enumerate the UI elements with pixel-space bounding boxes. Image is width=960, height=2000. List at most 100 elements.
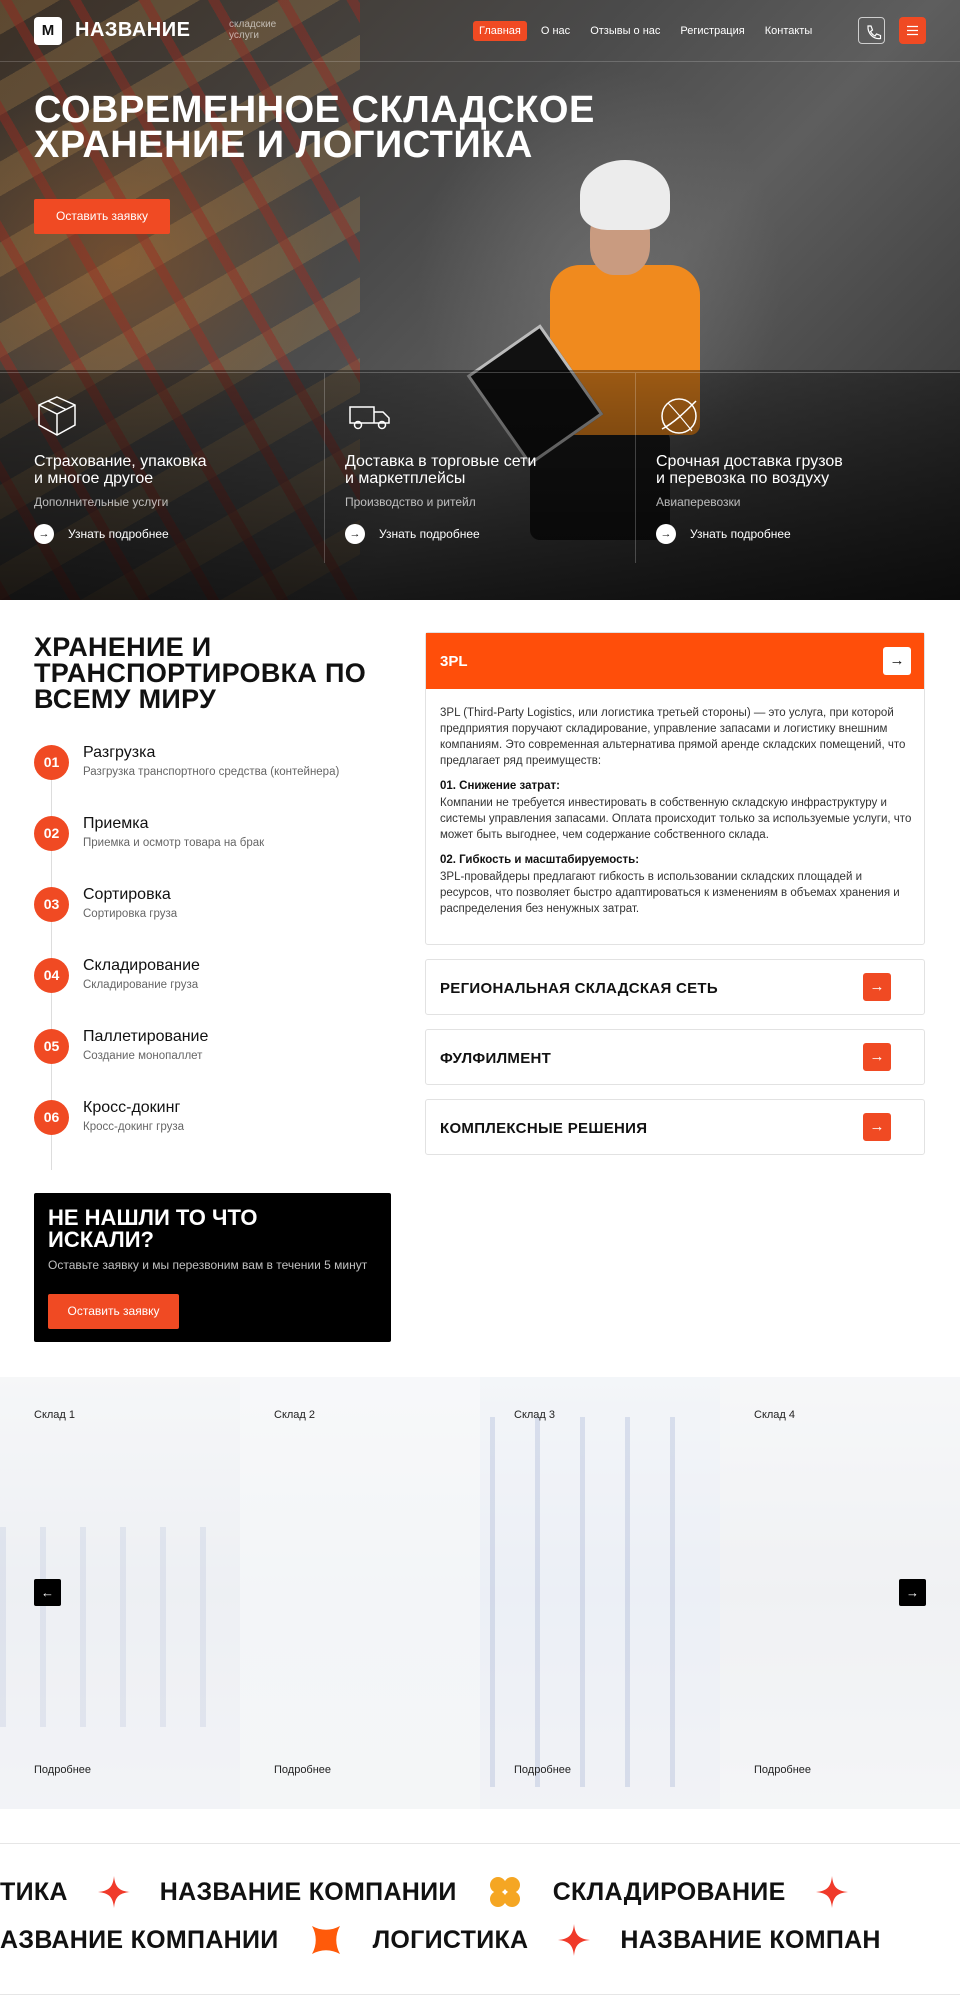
step-desc: Разгрузка транспортного средства (контей…: [83, 766, 340, 778]
nav-item-about[interactable]: О нас: [535, 21, 576, 41]
step-title: Разгрузка: [83, 744, 156, 761]
accordion-title: 3PL: [440, 653, 468, 670]
logo-icon[interactable]: M: [34, 17, 62, 45]
section-title: ХРАНЕНИЕ И ТРАНСПОРТИРОВКА ПО ВСЕМУ МИРУ: [34, 632, 367, 714]
step-item: 05 Паллетирование Создание монопаллет: [34, 1024, 394, 1074]
accordion-header[interactable]: 3PL →: [426, 633, 924, 689]
service-subtitle: Авиаперевозки: [656, 495, 741, 509]
accordion-fulfillment[interactable]: ФУЛФИЛМЕНТ →: [425, 1029, 925, 1085]
logo-subtitle: складские услуги: [229, 19, 277, 41]
service-card[interactable]: Срочная доставка грузов и перевозка по во…: [635, 373, 946, 563]
marquee-text: ТИКА: [0, 1877, 68, 1906]
step-desc: Создание монопаллет: [83, 1050, 203, 1062]
learn-more-link[interactable]: → Узнать подробнее: [345, 524, 480, 544]
step-number: 06: [34, 1100, 69, 1135]
accordion-intro: 3PL (Third-Party Logistics, или логистик…: [440, 707, 906, 767]
nav-item-registration[interactable]: Регистрация: [674, 21, 750, 41]
step-title: Приемка: [83, 815, 149, 832]
arrow-left-icon: ←: [41, 1585, 54, 1600]
service-subtitle: Производство и ритейл: [345, 495, 476, 509]
marquee-row: АЗВАНИЕ КОМПАНИИ ЛОГИСТИКА НАЗВАНИЕ КОМП…: [0, 1920, 911, 1960]
accordion-title: ФУЛФИЛМЕНТ: [440, 1050, 552, 1067]
menu-button[interactable]: [899, 17, 926, 44]
accordion-body: 3PL (Third-Party Logistics, или логистик…: [440, 705, 915, 926]
globe-icon: [661, 398, 697, 434]
callout-text: Оставьте заявку и мы перезвоним вам в те…: [48, 1258, 368, 1272]
service-title: Страхование, упаковка и многое другое: [34, 453, 207, 487]
arrow-right-icon[interactable]: →: [863, 973, 891, 1001]
step-item: 02 Приемка Приемка и осмотр товара на бр…: [34, 811, 394, 861]
step-item: 06 Кросс-докинг Кросс-докинг груза: [34, 1095, 394, 1145]
marquee-text: АЗВАНИЕ КОМПАНИИ: [0, 1925, 279, 1954]
star-icon: [815, 1876, 848, 1908]
service-card[interactable]: Доставка в торговые сети и маркетплейсы П…: [324, 373, 635, 563]
hamburger-icon: [907, 25, 918, 36]
warehouse-more-link[interactable]: Подробнее: [274, 1764, 331, 1776]
arrow-right-icon[interactable]: →: [863, 1113, 891, 1141]
nav-item-reviews[interactable]: Отзывы о нас: [584, 21, 666, 41]
step-title: Паллетирование: [83, 1028, 209, 1045]
warehouse-label: Склад 2: [274, 1409, 316, 1421]
step-title: Складирование: [83, 957, 200, 974]
service-subtitle: Дополнительные услуги: [34, 495, 169, 509]
star-icon: [97, 1876, 130, 1908]
step-number: 01: [34, 745, 69, 780]
logo-name[interactable]: НАЗВАНИЕ: [75, 19, 190, 42]
accordion-point: 02. Гибкость и масштабируемость: 3PL-пров…: [440, 854, 900, 915]
service-card[interactable]: Страхование, упаковка и многое другое Доп…: [34, 373, 345, 563]
brand-marquee: ТИКА НАЗВАНИЕ КОМПАНИИ СКЛАДИРОВАНИЕ АЗВ…: [0, 1843, 960, 1995]
marquee-text: НАЗВАНИЕ КОМПАНИИ: [159, 1877, 457, 1906]
callout-request-button[interactable]: Оставить заявку: [48, 1294, 179, 1329]
marquee-text: НАЗВАНИЕ КОМПАН: [620, 1925, 881, 1954]
marquee-text: СКЛАДИРОВАНИЕ: [552, 1877, 786, 1906]
accordion-complex[interactable]: КОМПЛЕКСНЫЕ РЕШЕНИЯ →: [425, 1099, 925, 1155]
accordion-title: РЕГИОНАЛЬНАЯ СКЛАДСКАЯ СЕТЬ: [440, 980, 718, 997]
burst-icon: [309, 1923, 343, 1957]
step-title: Кросс-докинг: [83, 1099, 181, 1116]
contact-callout: НЕ НАШЛИ ТО ЧТО ИСКАЛИ? Оставьте заявку …: [34, 1193, 391, 1342]
warehouse-label: Склад 3: [514, 1409, 556, 1421]
truck-icon: [349, 406, 390, 430]
step-desc: Сортировка груза: [83, 908, 178, 920]
slider-next-button[interactable]: →: [899, 1579, 926, 1606]
nav-item-contacts[interactable]: Контакты: [759, 21, 819, 41]
learn-more-link[interactable]: → Узнать подробнее: [34, 524, 169, 544]
arrow-right-icon: →: [34, 524, 54, 544]
phone-button[interactable]: [858, 17, 885, 44]
learn-more-link[interactable]: → Узнать подробнее: [656, 524, 791, 544]
warehouse-slider: Склад 1 Подробнее Склад 2 Подробнее Скла…: [0, 1377, 960, 1809]
accordion-point: 01. Снижение затрат: Компании не требуетс…: [440, 780, 912, 841]
warehouse-more-link[interactable]: Подробнее: [34, 1764, 91, 1776]
phone-icon: [867, 25, 882, 40]
arrow-right-icon[interactable]: →: [863, 1043, 891, 1071]
warehouse-card[interactable]: Склад 3 Подробнее: [480, 1377, 720, 1809]
marquee-row: ТИКА НАЗВАНИЕ КОМПАНИИ СКЛАДИРОВАНИЕ: [0, 1872, 878, 1912]
slider-prev-button[interactable]: ←: [34, 1579, 61, 1606]
step-desc: Складирование груза: [83, 979, 199, 991]
hero-request-button[interactable]: Оставить заявку: [34, 199, 170, 234]
service-title: Доставка в торговые сети и маркетплейсы: [345, 453, 537, 487]
accordion-3pl: 3PL → 3PL (Third-Party Logistics, или ло…: [425, 632, 925, 945]
accordion-regional[interactable]: РЕГИОНАЛЬНАЯ СКЛАДСКАЯ СЕТЬ →: [425, 959, 925, 1015]
callout-title: НЕ НАШЛИ ТО ЧТО ИСКАЛИ?: [48, 1205, 258, 1252]
nav-item-home[interactable]: Главная: [473, 21, 527, 41]
warehouse-card[interactable]: Склад 2 Подробнее: [240, 1377, 480, 1809]
accordion-title: КОМПЛЕКСНЫЕ РЕШЕНИЯ: [440, 1120, 648, 1137]
arrow-right-icon: →: [656, 524, 676, 544]
warehouse-more-link[interactable]: Подробнее: [514, 1764, 571, 1776]
step-item: 04 Складирование Складирование груза: [34, 953, 394, 1003]
arrow-right-icon[interactable]: →: [883, 647, 911, 675]
step-desc: Приемка и осмотр товара на брак: [83, 837, 265, 849]
step-desc: Кросс-докинг груза: [83, 1121, 185, 1133]
top-navbar: M НАЗВАНИЕ складские услуги Главная О на…: [0, 0, 960, 62]
arrow-right-icon: →: [906, 1585, 919, 1600]
step-number: 05: [34, 1029, 69, 1064]
step-number: 04: [34, 958, 69, 993]
step-number: 03: [34, 887, 69, 922]
arrow-right-icon: →: [345, 524, 365, 544]
warehouse-more-link[interactable]: Подробнее: [754, 1764, 811, 1776]
service-title: Срочная доставка грузов и перевозка по во…: [656, 453, 843, 487]
box-icon: [38, 396, 76, 436]
marquee-text: ЛОГИСТИКА: [372, 1925, 529, 1954]
warehouse-label: Склад 1: [34, 1409, 76, 1421]
